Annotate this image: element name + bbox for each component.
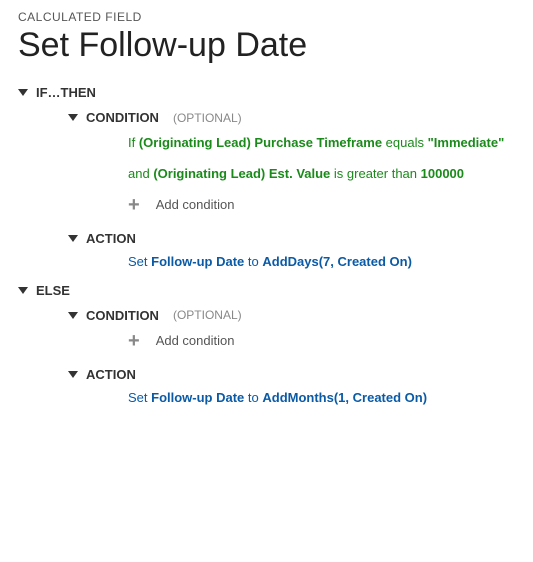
cond-op: is greater than — [330, 166, 420, 181]
ifthen-header[interactable]: IF…THEN — [18, 85, 515, 100]
action-to: to — [244, 390, 262, 405]
ifthen-action-header[interactable]: ACTION — [68, 231, 515, 246]
action-field: Follow-up Date — [151, 390, 244, 405]
cond-prefix: and — [128, 166, 153, 181]
action-field: Follow-up Date — [151, 254, 244, 269]
action-func: AddMonths(1, Created On) — [262, 390, 427, 405]
condition-label: CONDITION — [86, 308, 159, 323]
cond-op: equals — [382, 135, 428, 150]
else-block: ELSE CONDITION (OPTIONAL) + Add conditio… — [18, 283, 515, 405]
ifthen-condition-header[interactable]: CONDITION (OPTIONAL) — [68, 110, 515, 125]
cond-field: (Originating Lead) Est. Value — [153, 166, 330, 181]
cond-value: "Immediate" — [428, 135, 505, 150]
ifthen-label: IF…THEN — [36, 85, 96, 100]
optional-label: (OPTIONAL) — [173, 111, 242, 125]
condition-row-2[interactable]: and (Originating Lead) Est. Value is gre… — [128, 164, 515, 185]
cond-prefix: If — [128, 135, 139, 150]
action-func: AddDays(7, Created On) — [262, 254, 412, 269]
action-set: Set — [128, 390, 151, 405]
optional-label: (OPTIONAL) — [173, 308, 242, 322]
plus-icon: + — [128, 195, 140, 215]
page-title: Set Follow-up Date — [18, 26, 515, 65]
add-condition-button[interactable]: + Add condition — [128, 195, 515, 215]
else-header[interactable]: ELSE — [18, 283, 515, 298]
else-action-header[interactable]: ACTION — [68, 367, 515, 382]
chevron-down-icon — [68, 114, 78, 121]
ifthen-block: IF…THEN CONDITION (OPTIONAL) If (Origina… — [18, 85, 515, 269]
plus-icon: + — [128, 331, 140, 351]
chevron-down-icon — [18, 89, 28, 96]
action-row[interactable]: Set Follow-up Date to AddMonths(1, Creat… — [128, 390, 515, 405]
else-condition-header[interactable]: CONDITION (OPTIONAL) — [68, 308, 515, 323]
action-label: ACTION — [86, 367, 136, 382]
chevron-down-icon — [68, 312, 78, 319]
add-condition-label: Add condition — [156, 197, 235, 212]
add-condition-button[interactable]: + Add condition — [128, 331, 515, 351]
chevron-down-icon — [18, 287, 28, 294]
action-row[interactable]: Set Follow-up Date to AddDays(7, Created… — [128, 254, 515, 269]
action-to: to — [244, 254, 262, 269]
chevron-down-icon — [68, 235, 78, 242]
cond-value: 100000 — [421, 166, 464, 181]
else-label: ELSE — [36, 283, 70, 298]
eyebrow-label: CALCULATED FIELD — [18, 10, 515, 24]
action-label: ACTION — [86, 231, 136, 246]
chevron-down-icon — [68, 371, 78, 378]
action-set: Set — [128, 254, 151, 269]
cond-field: (Originating Lead) Purchase Timeframe — [139, 135, 382, 150]
condition-row-1[interactable]: If (Originating Lead) Purchase Timeframe… — [128, 133, 515, 154]
add-condition-label: Add condition — [156, 333, 235, 348]
condition-label: CONDITION — [86, 110, 159, 125]
